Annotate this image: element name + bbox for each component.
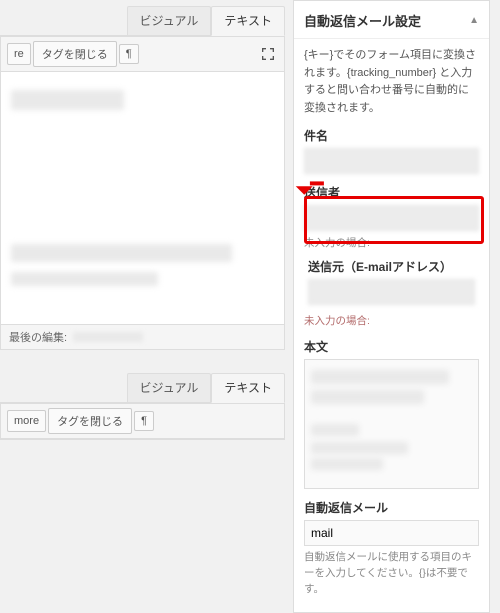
toolbar-button-pilcrow[interactable]: ¶ — [119, 44, 139, 64]
editor-block-2: ビジュアル テキスト more タグを閉じる ¶ — [0, 367, 285, 440]
autoreply-key-input[interactable] — [304, 520, 479, 546]
sender-label: 送信者 — [304, 184, 479, 201]
panel-header[interactable]: 自動返信メール設定 ▲ — [294, 1, 489, 39]
toolbar-button-re[interactable]: re — [7, 43, 31, 65]
autoreply-field-label: 自動返信メール — [304, 499, 479, 516]
sender-no-input-hint: 未入力の場合: — [304, 235, 479, 250]
tab-text[interactable]: テキスト — [211, 6, 285, 36]
subject-input[interactable] — [304, 148, 479, 174]
collapse-icon[interactable]: ▲ — [469, 15, 479, 26]
editor-toolbar: re タグを閉じる ¶ — [1, 36, 284, 72]
toolbar-button-more[interactable]: more — [7, 410, 46, 432]
editor-footer: 最後の編集: — [1, 324, 284, 349]
last-edit-label: 最後の編集: — [9, 329, 67, 345]
tab-text-2[interactable]: テキスト — [211, 373, 285, 403]
tab-visual-2[interactable]: ビジュアル — [127, 373, 212, 402]
autoreply-hint: 自動返信メールに使用する項目のキーを入力してください。{}は不要です。 — [304, 550, 479, 597]
hint-text: {キー}でそのフォーム項目に変換されます。{tracking_number} と… — [304, 47, 479, 117]
tab-visual[interactable]: ビジュアル — [127, 6, 212, 35]
editor-tabs-2: ビジュアル テキスト — [0, 367, 285, 402]
body-label: 本文 — [304, 338, 479, 355]
from-no-input-hint: 未入力の場合: — [304, 313, 479, 328]
fullscreen-icon[interactable] — [258, 44, 278, 64]
editor-block-1: ビジュアル テキスト re タグを閉じる ¶ — [0, 0, 285, 350]
from-email-input[interactable] — [308, 279, 475, 305]
sender-input[interactable] — [304, 205, 479, 231]
toolbar-button-close-tags-2[interactable]: タグを閉じる — [48, 408, 132, 434]
editor-toolbar-2: more タグを閉じる ¶ — [1, 403, 284, 439]
editor-column: ビジュアル テキスト re タグを閉じる ¶ — [0, 0, 285, 522]
from-label: 送信元（E-mailアドレス） — [308, 258, 475, 275]
body-textarea[interactable] — [304, 359, 479, 489]
editor-tabs: ビジュアル テキスト — [0, 0, 285, 35]
editor-content[interactable] — [1, 72, 284, 324]
panel-title: 自動返信メール設定 — [304, 11, 421, 30]
toolbar-button-close-tags[interactable]: タグを閉じる — [33, 41, 117, 67]
toolbar-button-pilcrow-2[interactable]: ¶ — [134, 411, 154, 431]
sidebar-column: 自動返信メール設定 ▲ {キー}でそのフォーム項目に変換されます。{tracki… — [285, 0, 500, 522]
subject-label: 件名 — [304, 127, 479, 144]
autoreply-settings-panel: 自動返信メール設定 ▲ {キー}でそのフォーム項目に変換されます。{tracki… — [293, 0, 490, 613]
